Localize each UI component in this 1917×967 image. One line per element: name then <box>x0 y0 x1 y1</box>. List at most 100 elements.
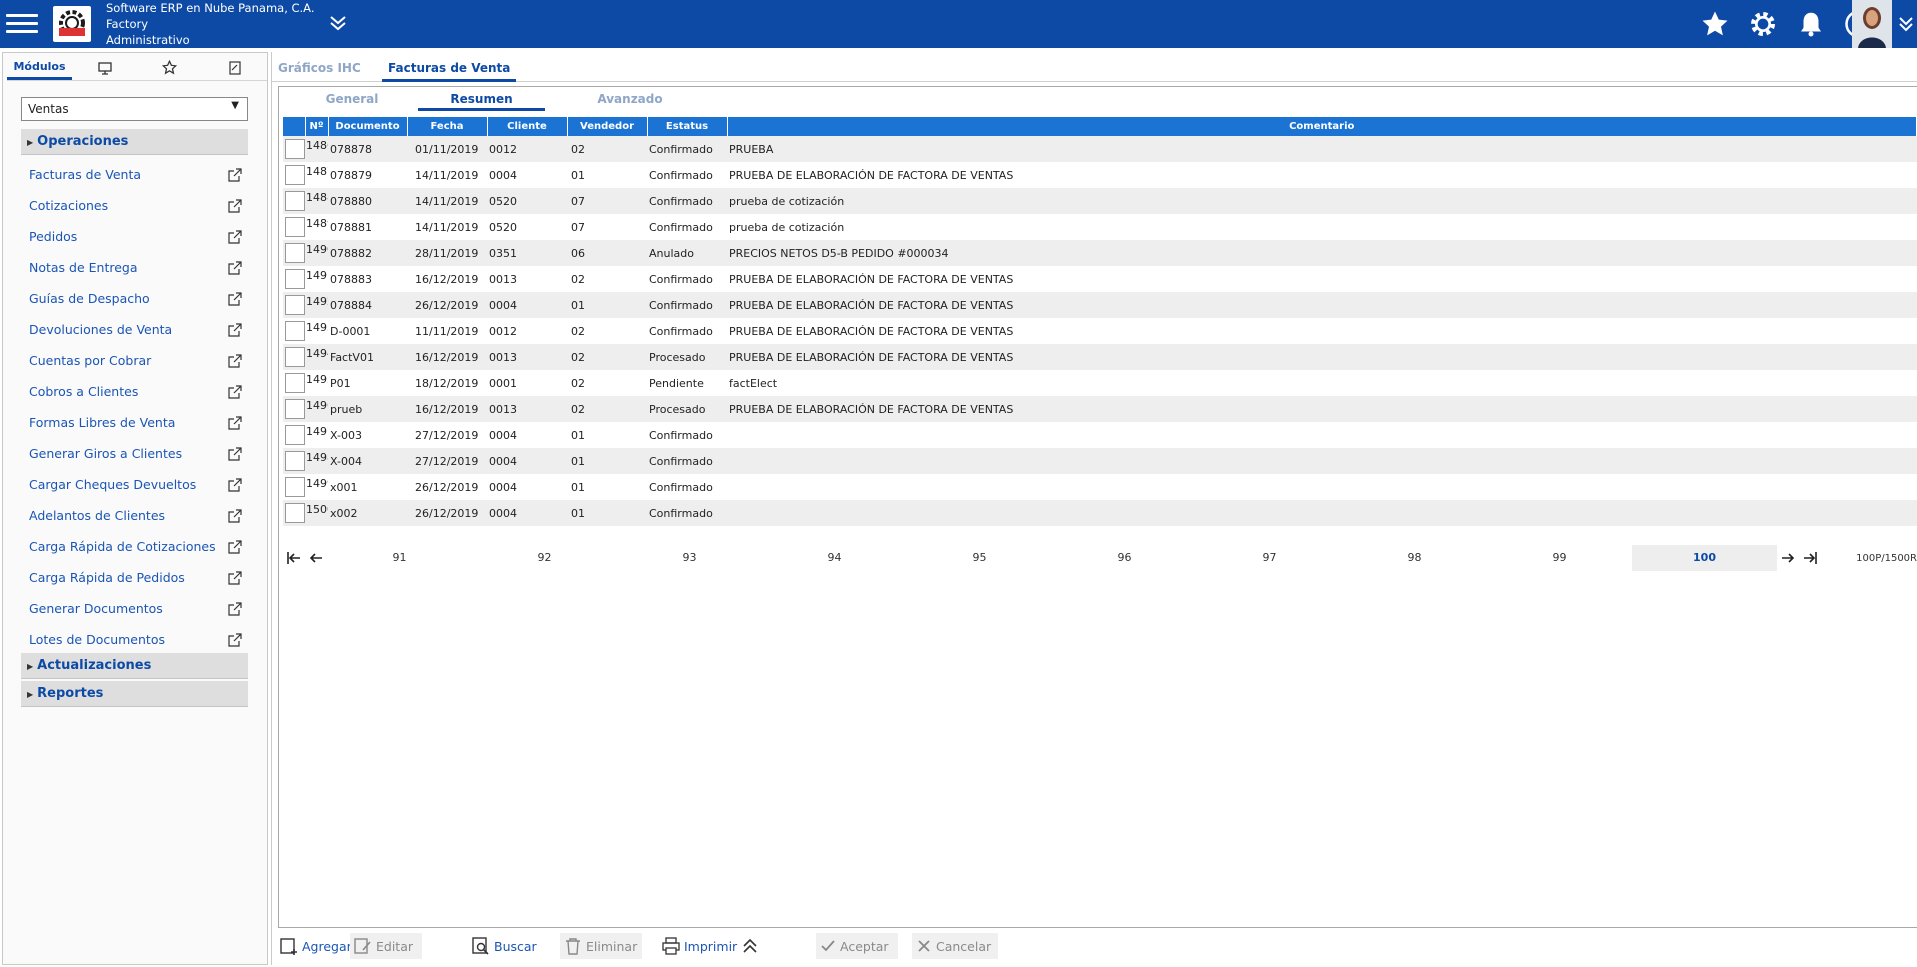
page-number[interactable]: 97 <box>1197 545 1342 571</box>
table-row[interactable]: 1496prueb16/12/2019001302ProcesadoPRUEBA… <box>283 396 1917 422</box>
column-header[interactable]: Estatus <box>647 117 728 136</box>
column-header[interactable]: Fecha <box>407 117 488 136</box>
column-header[interactable]: Cliente <box>487 117 568 136</box>
tab-avanzado[interactable]: Avanzado <box>567 89 693 111</box>
sidebar-menu-item[interactable]: Devoluciones de Venta <box>21 314 248 345</box>
first-page-icon[interactable] <box>283 551 305 565</box>
page-number[interactable]: 93 <box>617 545 762 571</box>
row-checkbox[interactable] <box>285 347 305 367</box>
tab-general[interactable]: General <box>311 89 393 111</box>
tab-facturas-de-venta[interactable]: Facturas de Venta <box>382 56 517 82</box>
external-link-icon[interactable] <box>228 415 242 430</box>
table-row[interactable]: 148907888114/11/2019052007Confirmadoprue… <box>283 214 1917 240</box>
external-link-icon[interactable] <box>228 322 242 337</box>
add-button[interactable]: Agregar <box>276 933 356 959</box>
table-row[interactable]: 148807888014/11/2019052007Confirmadoprue… <box>283 188 1917 214</box>
edit-button[interactable]: Editar <box>350 933 422 959</box>
external-link-icon[interactable] <box>228 446 242 461</box>
page-number[interactable]: 91 <box>327 545 472 571</box>
external-link-icon[interactable] <box>228 477 242 492</box>
prev-page-icon[interactable] <box>305 551 327 565</box>
external-link-icon[interactable] <box>228 291 242 306</box>
sidebar-menu-item[interactable]: Carga Rápida de Pedidos <box>21 562 248 593</box>
table-row[interactable]: 148707887914/11/2019000401ConfirmadoPRUE… <box>283 162 1917 188</box>
column-header[interactable]: Comentario <box>727 117 1917 136</box>
page-number[interactable]: 99 <box>1487 545 1632 571</box>
column-header[interactable]: Nº <box>305 117 329 136</box>
page-number[interactable]: 94 <box>762 545 907 571</box>
row-checkbox[interactable] <box>285 503 305 523</box>
row-checkbox[interactable] <box>285 217 305 237</box>
delete-button[interactable]: Eliminar <box>560 933 642 959</box>
user-avatar[interactable] <box>1852 0 1892 48</box>
row-checkbox[interactable] <box>285 373 305 393</box>
chevron-down-icon[interactable] <box>1896 12 1916 36</box>
row-checkbox[interactable] <box>285 425 305 445</box>
sidebar-menu-item[interactable]: Pedidos <box>21 221 248 252</box>
column-header[interactable]: Documento <box>328 117 408 136</box>
table-row[interactable]: 1500x00226/12/2019000401Confirmado <box>283 500 1917 526</box>
external-link-icon[interactable] <box>228 632 242 647</box>
page-number[interactable]: 95 <box>907 545 1052 571</box>
search-button[interactable]: Buscar <box>468 933 541 959</box>
next-page-icon[interactable] <box>1777 551 1799 565</box>
table-row[interactable]: 1493D-000111/11/2019001202ConfirmadoPRUE… <box>283 318 1917 344</box>
row-checkbox[interactable] <box>285 165 305 185</box>
sidebar-menu-item[interactable]: Generar Documentos <box>21 593 248 624</box>
table-row[interactable]: 149207888426/12/2019000401ConfirmadoPRUE… <box>283 292 1917 318</box>
external-link-icon[interactable] <box>228 229 242 244</box>
sidebar-menu-item[interactable]: Guías de Despacho <box>21 283 248 314</box>
sidebar-menu-item[interactable]: Cobros a Clientes <box>21 376 248 407</box>
sidebar-menu-item[interactable]: Adelantos de Clientes <box>21 500 248 531</box>
double-chevron-down-icon[interactable] <box>327 12 349 34</box>
row-checkbox[interactable] <box>285 477 305 497</box>
row-checkbox[interactable] <box>285 191 305 211</box>
tab-resumen[interactable]: Resumen <box>418 89 545 111</box>
star-icon[interactable] <box>1697 6 1733 42</box>
bell-icon[interactable] <box>1793 6 1829 42</box>
gear-icon[interactable] <box>1745 6 1781 42</box>
external-link-icon[interactable] <box>228 167 242 182</box>
favorites-star-icon[interactable] <box>137 55 202 80</box>
table-row[interactable]: 149007888228/11/2019035106AnuladoPRECIOS… <box>283 240 1917 266</box>
print-button[interactable]: Imprimir <box>658 933 763 959</box>
row-checkbox[interactable] <box>285 399 305 419</box>
accept-button[interactable]: Aceptar <box>816 933 898 959</box>
sidebar-menu-item[interactable]: Cotizaciones <box>21 190 248 221</box>
document-icon[interactable] <box>202 55 267 80</box>
last-page-icon[interactable] <box>1799 551 1821 565</box>
page-number[interactable]: 96 <box>1052 545 1197 571</box>
table-row[interactable]: 149107888316/12/2019001302ConfirmadoPRUE… <box>283 266 1917 292</box>
table-row[interactable]: 1499x00126/12/2019000401Confirmado <box>283 474 1917 500</box>
table-row[interactable]: 1497X-00327/12/2019000401Confirmado <box>283 422 1917 448</box>
tab-modulos[interactable]: Módulos <box>7 55 72 80</box>
sidebar-menu-item[interactable]: Lotes de Documentos <box>21 624 248 655</box>
sidebar-menu-item[interactable]: Cargar Cheques Devueltos <box>21 469 248 500</box>
section-reportes[interactable]: ▶ Reportes <box>21 681 248 707</box>
row-checkbox[interactable] <box>285 321 305 341</box>
monitor-icon[interactable] <box>72 55 137 80</box>
tab-graficos-ihc[interactable]: Gráficos IHC <box>272 56 367 82</box>
sidebar-menu-item[interactable]: Notas de Entrega <box>21 252 248 283</box>
section-operaciones[interactable]: ▶ Operaciones <box>21 129 248 155</box>
external-link-icon[interactable] <box>228 508 242 523</box>
page-number[interactable]: 92 <box>472 545 617 571</box>
row-checkbox[interactable] <box>285 269 305 289</box>
table-row[interactable]: 1495P0118/12/2019000102PendientefactElec… <box>283 370 1917 396</box>
external-link-icon[interactable] <box>228 353 242 368</box>
row-checkbox[interactable] <box>285 451 305 471</box>
external-link-icon[interactable] <box>228 570 242 585</box>
sidebar-menu-item[interactable]: Facturas de Venta <box>21 159 248 190</box>
external-link-icon[interactable] <box>228 260 242 275</box>
hamburger-menu-icon[interactable] <box>6 9 38 39</box>
column-header[interactable]: Vendedor <box>567 117 648 136</box>
table-row[interactable]: 148607887801/11/2019001202ConfirmadoPRUE… <box>283 136 1917 162</box>
external-link-icon[interactable] <box>228 601 242 616</box>
external-link-icon[interactable] <box>228 539 242 554</box>
page-number[interactable]: 100 <box>1632 545 1777 571</box>
sidebar-menu-item[interactable]: Formas Libres de Venta <box>21 407 248 438</box>
row-checkbox[interactable] <box>285 139 305 159</box>
section-actualizaciones[interactable]: ▶ Actualizaciones <box>21 653 248 679</box>
external-link-icon[interactable] <box>228 198 242 213</box>
table-row[interactable]: 1494FactV0116/12/2019001302ProcesadoPRUE… <box>283 344 1917 370</box>
